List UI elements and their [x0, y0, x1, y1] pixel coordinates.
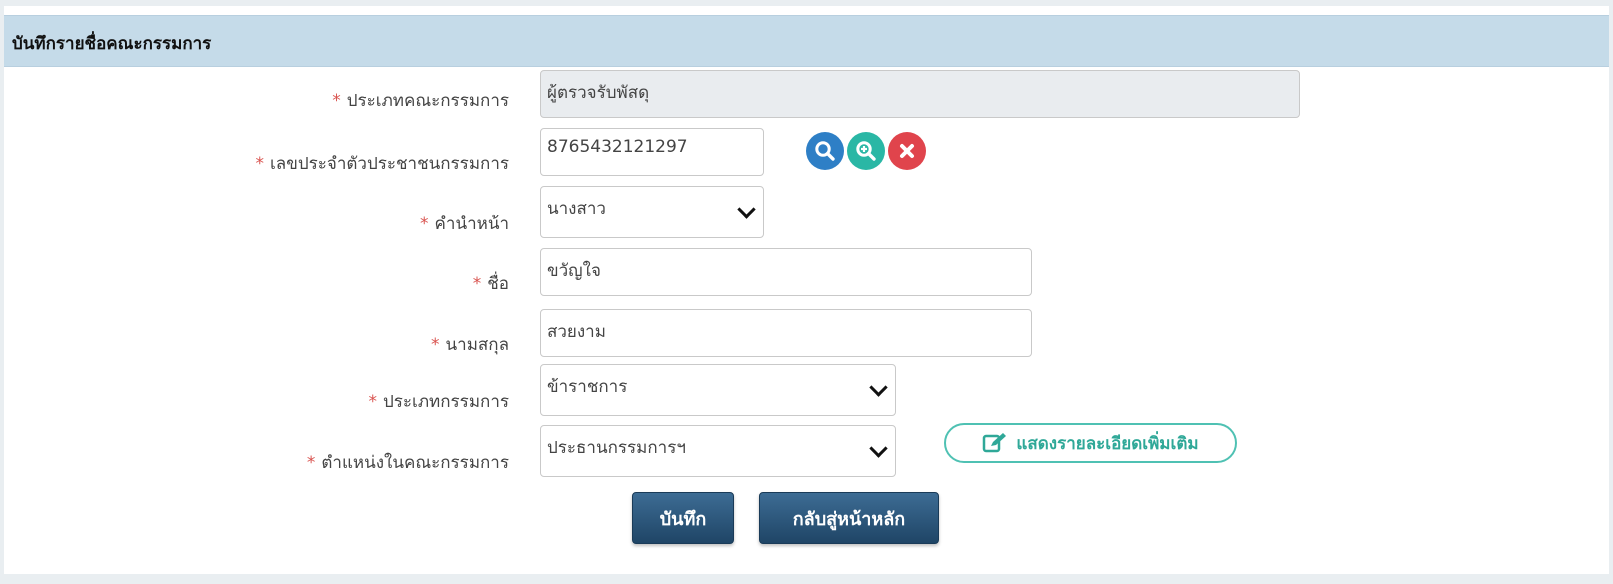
first-name-input[interactable]: ขวัญใจ: [540, 248, 1032, 296]
search-button[interactable]: [806, 132, 844, 170]
committee-type-field: ผู้ตรวจรับพัสดุ: [540, 70, 1300, 118]
show-details-button[interactable]: แสดงรายละเอียดเพิ่มเติม: [944, 423, 1237, 463]
required-mark: *: [368, 392, 377, 412]
back-home-button[interactable]: กลับสู่หน้าหลัก: [759, 492, 939, 544]
row-committee-type: * ประเภทคณะกรรมการ ผู้ตรวจรับพัสดุ: [4, 70, 1609, 120]
panel-header: บันทึกรายชื่อคณะกรรมการ: [4, 15, 1609, 67]
search-icon: [815, 141, 835, 161]
chevron-down-icon: [869, 439, 888, 458]
save-button[interactable]: บันทึก: [632, 492, 734, 544]
prefix-label: * คำนำหน้า: [420, 214, 509, 234]
required-mark: *: [431, 335, 440, 355]
position-select[interactable]: ประธานกรรมการฯ: [540, 425, 896, 477]
citizen-id-label: * เลขประจำตัวประชาชนกรรมการ: [255, 154, 509, 174]
citizen-id-input[interactable]: 8765432121297: [540, 128, 764, 176]
required-mark: *: [332, 91, 341, 111]
row-last-name: * นามสกุล สวยงาม: [4, 309, 1609, 359]
prefix-selected-value: นางสาว: [547, 199, 606, 219]
required-mark: *: [255, 154, 264, 174]
position-selected-value: ประธานกรรมการฯ: [547, 438, 686, 458]
required-mark: *: [472, 274, 482, 294]
required-mark: *: [306, 453, 316, 473]
clear-button[interactable]: [888, 132, 926, 170]
chevron-down-icon: [869, 378, 888, 397]
zoom-in-icon: [856, 141, 876, 161]
show-details-label: แสดงรายละเอียดเพิ่มเติม: [1016, 433, 1199, 454]
required-mark: *: [420, 214, 429, 234]
row-member-type: * ประเภทกรรมการ ข้าราชการ: [4, 364, 1609, 416]
last-name-input[interactable]: สวยงาม: [540, 309, 1032, 357]
committee-form-panel: บันทึกรายชื่อคณะกรรมการ * ประเภทคณะกรรมกา…: [4, 6, 1609, 574]
committee-type-label: * ประเภทคณะกรรมการ: [332, 91, 509, 111]
member-type-selected-value: ข้าราชการ: [547, 377, 628, 397]
panel-title: บันทึกรายชื่อคณะกรรมการ: [12, 34, 212, 54]
edit-icon: [983, 433, 1007, 453]
chevron-down-icon: [737, 200, 756, 219]
member-type-label: * ประเภทกรรมการ: [368, 392, 509, 412]
prefix-select[interactable]: นางสาว: [540, 186, 764, 238]
last-name-label: * นามสกุล: [431, 335, 509, 355]
first-name-label: * ชื่อ: [472, 274, 509, 294]
position-label: * ตำแหน่งในคณะกรรมการ: [306, 453, 509, 473]
row-citizen-id: * เลขประจำตัวประชาชนกรรมการ 8765432121297: [4, 128, 1609, 178]
row-position: * ตำแหน่งในคณะกรรมการ ประธานกรรมการฯ: [4, 425, 1609, 477]
clear-icon: [900, 144, 914, 158]
zoom-in-button[interactable]: [847, 132, 885, 170]
row-first-name: * ชื่อ ขวัญใจ: [4, 248, 1609, 298]
member-type-select[interactable]: ข้าราชการ: [540, 364, 896, 416]
row-prefix: * คำนำหน้า นางสาว: [4, 186, 1609, 238]
